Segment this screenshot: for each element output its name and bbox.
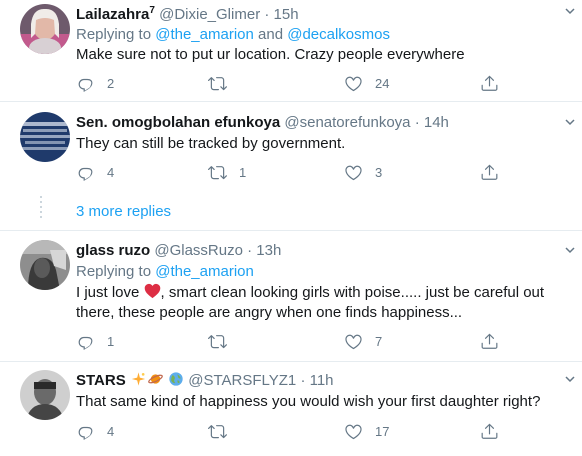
tweet-text: That same kind of happiness you would wi… xyxy=(76,393,541,410)
retweet-icon xyxy=(208,332,227,351)
display-name[interactable]: Lailazahra xyxy=(76,6,149,23)
reply-count: 2 xyxy=(107,76,115,91)
display-name[interactable]: glass ruzo xyxy=(76,242,150,259)
replying-to: Replying to @the_amarion and @decalkosmo… xyxy=(76,26,390,43)
display-name[interactable]: Sen. omogbolahan efunkoya xyxy=(76,114,280,131)
user-handle[interactable]: @GlassRuzo xyxy=(154,242,243,259)
tweet-header: Sen. omogbolahan efunkoya @senatorefunko… xyxy=(76,114,449,131)
user-handle[interactable]: @STARSFLYZ1 xyxy=(188,372,296,389)
tweet-reply[interactable]: Sen. omogbolahan efunkoya @senatorefunko… xyxy=(0,102,582,194)
globe-emoji-icon xyxy=(169,372,183,386)
reply-icon xyxy=(76,332,95,351)
display-name[interactable]: STARS xyxy=(76,372,126,389)
tweet-text-line: I just love , smart clean looking girls … xyxy=(76,283,566,303)
mention-link[interactable]: @decalkosmos xyxy=(287,26,390,43)
avatar[interactable] xyxy=(20,240,70,290)
tweet-text-segment: I just love xyxy=(76,284,140,301)
like-count: 7 xyxy=(375,334,383,349)
like-icon xyxy=(344,422,363,441)
tweet-reply[interactable]: Lailazahra7 @Dixie_Glimer · 15h Replying… xyxy=(0,0,582,101)
caret-down-icon[interactable] xyxy=(564,244,576,259)
reply-icon xyxy=(76,422,95,441)
tweet-text: They can still be tracked by government. xyxy=(76,135,346,152)
reply-count: 4 xyxy=(107,165,115,180)
like-count: 3 xyxy=(375,165,383,180)
caret-down-icon[interactable] xyxy=(564,116,576,131)
tweet-reply[interactable]: glass ruzo @GlassRuzo · 13h Replying to … xyxy=(0,231,582,361)
tweet-actions: 4 1 3 xyxy=(76,163,516,183)
reply-count: 4 xyxy=(107,424,115,439)
like-button[interactable]: 7 xyxy=(344,332,382,351)
avatar[interactable] xyxy=(20,4,70,54)
like-button[interactable]: 3 xyxy=(344,163,382,182)
avatar[interactable] xyxy=(20,112,70,162)
caret-down-icon[interactable] xyxy=(564,5,576,20)
avatar[interactable] xyxy=(20,370,70,420)
retweet-icon xyxy=(208,163,227,182)
planet-emoji-icon xyxy=(148,374,163,384)
share-icon xyxy=(480,74,499,93)
like-count: 17 xyxy=(375,424,390,439)
tweet-actions: 4 17 xyxy=(76,422,516,442)
mention-link[interactable]: @the_amarion xyxy=(155,263,254,280)
reply-button[interactable]: 4 xyxy=(76,163,114,182)
like-button[interactable]: 17 xyxy=(344,422,389,441)
tweet-text-segment: , smart clean looking girls with poise..… xyxy=(160,284,545,301)
user-handle[interactable]: @Dixie_Glimer xyxy=(159,6,260,23)
reply-button[interactable]: 1 xyxy=(76,332,114,351)
replying-to-label: Replying to xyxy=(76,263,152,280)
share-icon xyxy=(480,422,499,441)
replying-to-label: Replying to xyxy=(76,26,152,43)
display-name-superscript: 7 xyxy=(149,5,155,16)
retweet-icon xyxy=(208,74,227,93)
replying-to: Replying to @the_amarion xyxy=(76,263,254,280)
thread-connector xyxy=(40,196,42,218)
retweet-button[interactable] xyxy=(208,74,239,93)
like-icon xyxy=(344,332,363,351)
share-button[interactable] xyxy=(480,163,499,182)
sparkle-emoji-icon xyxy=(131,372,146,386)
tweet-header: glass ruzo @GlassRuzo · 13h xyxy=(76,242,281,259)
timestamp[interactable]: · 11h xyxy=(300,372,333,389)
share-button[interactable] xyxy=(480,422,499,441)
share-button[interactable] xyxy=(480,74,499,93)
user-handle[interactable]: @senatorefunkoya xyxy=(284,114,410,131)
like-count: 24 xyxy=(375,76,390,91)
tweet-header: Lailazahra7 @Dixie_Glimer · 15h xyxy=(76,5,299,23)
timestamp[interactable]: · 13h xyxy=(247,242,281,259)
timestamp[interactable]: · 14h xyxy=(415,114,449,131)
share-button[interactable] xyxy=(480,332,499,351)
tweet-text: Make sure not to put ur location. Crazy … xyxy=(76,46,465,63)
heart-emoji-icon xyxy=(144,283,160,299)
tweet-text: I just love , smart clean looking girls … xyxy=(76,283,566,323)
like-icon xyxy=(344,74,363,93)
retweet-button[interactable] xyxy=(208,332,239,351)
show-more-replies-link[interactable]: 3 more replies xyxy=(76,203,171,220)
tweet-reply[interactable]: STARS @STARSFLYZ1 · 11h That same kind o… xyxy=(0,362,582,456)
tweet-text-line: there, these people are angry when one f… xyxy=(76,304,463,321)
retweet-icon xyxy=(208,422,227,441)
share-icon xyxy=(480,332,499,351)
retweet-count: 1 xyxy=(239,165,247,180)
reply-icon xyxy=(76,74,95,93)
mention-link[interactable]: @the_amarion xyxy=(155,26,254,43)
share-icon xyxy=(480,163,499,182)
reply-icon xyxy=(76,163,95,182)
reply-count: 1 xyxy=(107,334,115,349)
reply-button[interactable]: 2 xyxy=(76,74,114,93)
tweet-actions: 1 7 xyxy=(76,332,516,352)
like-button[interactable]: 24 xyxy=(344,74,389,93)
retweet-button[interactable]: 1 xyxy=(208,163,246,182)
tweet-header: STARS @STARSFLYZ1 · 11h xyxy=(76,371,334,389)
replying-to-and: and xyxy=(258,26,284,43)
like-icon xyxy=(344,163,363,182)
tweet-actions: 2 24 xyxy=(76,74,516,94)
timestamp[interactable]: · 15h xyxy=(264,6,298,23)
caret-down-icon[interactable] xyxy=(564,373,576,388)
reply-button[interactable]: 4 xyxy=(76,422,114,441)
retweet-button[interactable] xyxy=(208,422,239,441)
